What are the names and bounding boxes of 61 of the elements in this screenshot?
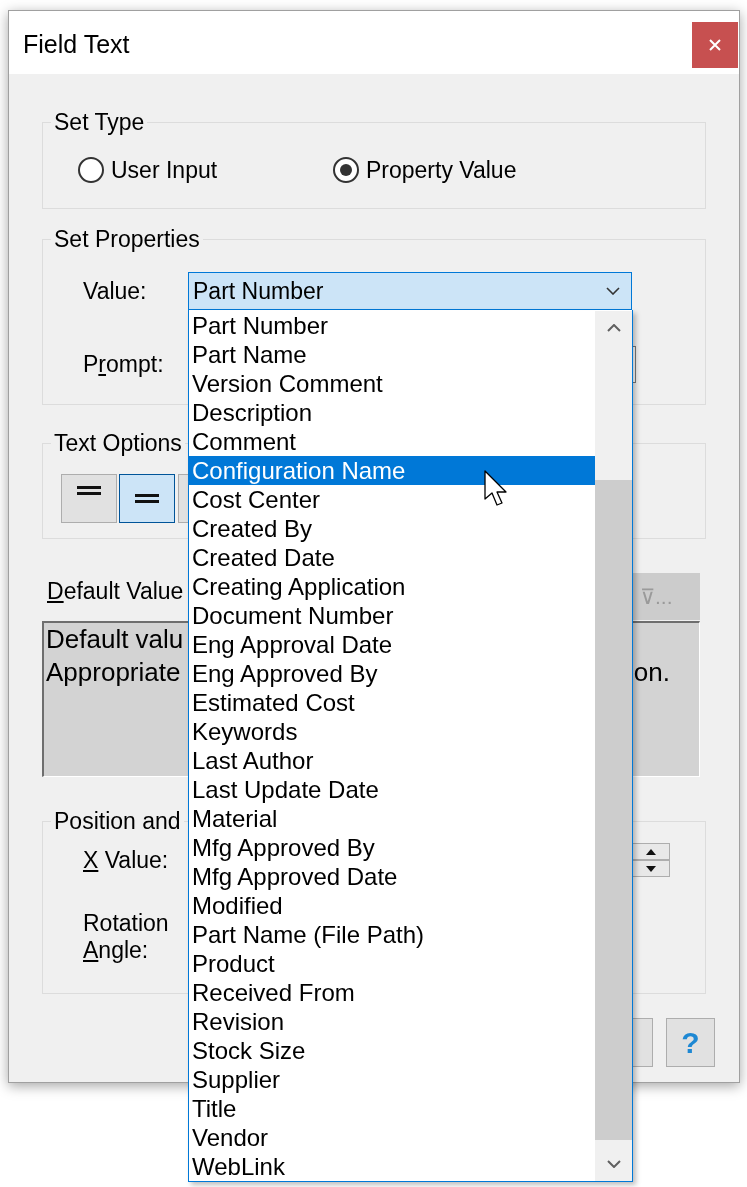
- list-item[interactable]: Last Update Date: [189, 775, 595, 804]
- list-item[interactable]: Received From: [189, 978, 595, 1007]
- list-item[interactable]: Material: [189, 804, 595, 833]
- group-label: Set Properties: [53, 226, 201, 252]
- list-item[interactable]: Part Number: [189, 311, 595, 340]
- chevron-down-icon: [606, 287, 620, 295]
- list-item[interactable]: Eng Approval Date: [189, 630, 595, 659]
- triangle-up-icon: [646, 848, 656, 855]
- field-label: Value:: [83, 277, 148, 305]
- field-label: X Value:: [83, 846, 170, 874]
- align-button[interactable]: [119, 474, 175, 523]
- list-item[interactable]: Supplier: [189, 1065, 595, 1094]
- list-item[interactable]: Configuration Name: [189, 456, 595, 485]
- list-item[interactable]: Comment: [189, 427, 595, 456]
- list-item[interactable]: Title: [189, 1094, 595, 1123]
- close-icon: [709, 39, 721, 51]
- list-item[interactable]: Keywords: [189, 717, 595, 746]
- list-item[interactable]: Part Name (File Path): [189, 920, 595, 949]
- list-item[interactable]: Part Name: [189, 340, 595, 369]
- dialog-button[interactable]: [632, 1018, 653, 1067]
- group-label: Text Options: [53, 430, 183, 456]
- field-label: Rotation Angle:: [83, 910, 170, 964]
- list-item[interactable]: Vendor: [189, 1123, 595, 1152]
- spin-up-button[interactable]: [632, 843, 670, 860]
- triangle-down-icon: [646, 865, 656, 872]
- list-item[interactable]: Cost Center: [189, 485, 595, 514]
- list-item[interactable]: Created By: [189, 514, 595, 543]
- list-item[interactable]: Created Date: [189, 543, 595, 572]
- list-item[interactable]: Description: [189, 398, 595, 427]
- list-item[interactable]: Eng Approved By: [189, 659, 595, 688]
- chevron-down-icon: [606, 1159, 621, 1168]
- list-item[interactable]: Mfg Approved Date: [189, 862, 595, 891]
- chevron-up-icon: [606, 324, 621, 332]
- align-button[interactable]: [61, 474, 117, 523]
- list-item[interactable]: Stock Size: [189, 1036, 595, 1065]
- list-item[interactable]: Mfg Approved By: [189, 833, 595, 862]
- group-label: Set Type: [53, 109, 146, 135]
- radio-button[interactable]: User Input: [78, 155, 218, 185]
- double-line-icon: [135, 494, 159, 503]
- list-item[interactable]: WebLink: [189, 1152, 595, 1181]
- list-item[interactable]: Version Comment: [189, 369, 595, 398]
- radio-button[interactable]: Property Value: [333, 155, 517, 185]
- double-line-icon: [77, 486, 101, 495]
- spin-down-button[interactable]: [632, 860, 670, 877]
- window-title: Field Text: [23, 29, 130, 59]
- field-label: Prompt:: [83, 351, 165, 378]
- list-item[interactable]: Estimated Cost: [189, 688, 595, 717]
- field-text: Default valu: [46, 623, 184, 656]
- field-label: Default Value: [47, 577, 184, 605]
- group-label: Position and: [53, 808, 182, 834]
- list-item[interactable]: Revision: [189, 1007, 595, 1036]
- close-button[interactable]: [692, 22, 738, 68]
- list-item[interactable]: Product: [189, 949, 595, 978]
- scrollbar-thumb[interactable]: [595, 480, 632, 1140]
- list-item[interactable]: Last Author: [189, 746, 595, 775]
- dropdown-field[interactable]: Part Number: [188, 272, 632, 310]
- field-text: on.: [633, 656, 670, 689]
- list-item[interactable]: Modified: [189, 891, 595, 920]
- field-text: Appropriate: [46, 656, 181, 689]
- list-item[interactable]: Creating Application: [189, 572, 595, 601]
- list-item[interactable]: Document Number: [189, 601, 595, 630]
